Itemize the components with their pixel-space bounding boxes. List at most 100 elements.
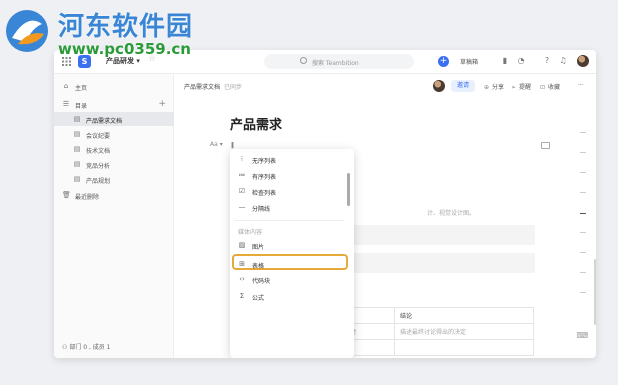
keyboard-icon[interactable]: ⌨ — [576, 331, 588, 340]
sidebar-item-label: 技术文档 — [86, 148, 111, 155]
menu-item-bullet-list[interactable]: ⁝ 无序列表 — [234, 151, 344, 167]
code-icon: ‹› — [239, 275, 245, 283]
table-header: 结论 — [394, 307, 534, 324]
more-icon[interactable]: ··· — [578, 82, 584, 89]
menu-item-label: 代码块 — [252, 278, 271, 285]
create-button[interactable]: + — [438, 56, 449, 67]
menu-item-label: 表格 — [252, 263, 265, 270]
doc-icon: ▤ — [73, 115, 81, 123]
search-icon — [300, 57, 307, 64]
home-icon: ⌂ — [63, 82, 69, 90]
page-scrollbar[interactable] — [594, 259, 596, 325]
search-placeholder: 搜索 Teambition — [312, 60, 359, 67]
menu-scrollbar[interactable] — [347, 173, 350, 206]
menu-item-checklist[interactable]: ☑ 检查列表 — [234, 183, 344, 199]
sidebar-item-label: 最近删除 — [75, 194, 100, 201]
menu-item-label: 有序列表 — [252, 174, 277, 181]
menu-separator — [234, 220, 344, 221]
invite-button[interactable]: 邀请 — [451, 80, 475, 92]
menu-item-image[interactable]: ▨ 图片 — [234, 237, 344, 253]
text-style-button[interactable]: Aa ▾ — [210, 141, 223, 148]
sidebar-item-label: 竞品分析 — [86, 163, 111, 170]
sidebar-item-label: 产品需求文档 — [86, 118, 123, 125]
reminder-button[interactable]: ➢ 提醒 — [511, 82, 531, 91]
sidebar-item-prd[interactable]: ▤ 产品需求文档 — [54, 112, 174, 126]
breadcrumb: 产品需求文档 已同步 — [184, 82, 242, 91]
bullet-list-icon: ⁝ — [240, 155, 244, 163]
image-icon: ▨ — [238, 241, 246, 249]
list-icon: ☰ — [62, 100, 70, 108]
text-cursor: ‖ — [231, 142, 234, 149]
sidebar-item-catalog[interactable]: ☰ 目录 + — [54, 97, 174, 111]
members-text: 部门 0 , 成员 1 — [69, 344, 111, 351]
comment-icon[interactable] — [541, 142, 550, 149]
favorite-icon: ⊡ — [540, 84, 546, 91]
sidebar-item-label: 会议纪要 — [86, 133, 111, 140]
site-logo-icon — [6, 10, 48, 52]
user-avatar[interactable] — [577, 55, 589, 67]
share-label: 分享 — [492, 84, 505, 91]
menu-item-formula[interactable]: Σ 公式 — [234, 288, 344, 304]
doc-icon: ▤ — [73, 130, 81, 138]
doc-icon: ▤ — [73, 175, 81, 183]
watermark-title: 河东软件园 — [58, 12, 194, 42]
menu-item-code-block[interactable]: ‹› 代码块 — [234, 271, 344, 287]
sidebar-item-label: 目录 — [75, 103, 88, 110]
add-icon[interactable]: + — [158, 99, 166, 109]
outline-marker[interactable] — [580, 292, 586, 293]
outline-marker-active[interactable] — [580, 213, 586, 214]
reminder-label: 提醒 — [519, 84, 532, 91]
menu-item-divider[interactable]: — 分隔线 — [234, 199, 344, 215]
people-icon: ⚇ — [62, 344, 68, 351]
help-icon[interactable]: ? — [542, 56, 552, 66]
bookmark-icon[interactable]: ▮ — [500, 56, 510, 66]
sidebar-item-meeting[interactable]: ▤ 会议纪要 — [54, 127, 174, 141]
outline-marker[interactable] — [580, 172, 586, 173]
sidebar-item-trash[interactable]: 🗑 最近删除 — [54, 188, 174, 202]
page-title[interactable]: 产品需求 — [230, 114, 282, 133]
table-icon: ⊞ — [239, 260, 245, 268]
menu-item-label: 分隔线 — [252, 206, 271, 213]
table-cell[interactable]: 描述最终讨论得出的决定 — [394, 323, 534, 340]
share-icon: ⊕ — [484, 84, 490, 91]
outline-marker[interactable] — [580, 192, 586, 193]
table-cell[interactable] — [394, 339, 534, 356]
menu-item-numbered-list[interactable]: ≔ 有序列表 — [234, 167, 344, 183]
clock-icon[interactable]: ◔ — [516, 56, 526, 66]
bell-icon[interactable]: ♫ — [558, 56, 568, 66]
watermark: 河东软件园 www.pc0359.cn — [0, 0, 210, 62]
sidebar-item-home[interactable]: ⌂ 主页 — [54, 79, 174, 93]
collaborator-avatar[interactable] — [433, 80, 445, 92]
menu-section-label: 媒体内容 — [238, 229, 263, 236]
outline-marker[interactable] — [580, 232, 586, 233]
outline-marker[interactable] — [580, 252, 586, 253]
sidebar: ⌂ 主页 ☰ 目录 + ▤ 产品需求文档 ▤ 会议纪要 ▤ 技术文档 ▤ 竞品分… — [54, 74, 174, 358]
body-text: 计、视觉设计图。 — [427, 210, 476, 217]
share-button[interactable]: ⊕ 分享 — [484, 82, 504, 91]
content-block — [352, 225, 535, 245]
outline-marker[interactable] — [580, 152, 586, 153]
sidebar-item-roadmap[interactable]: ▤ 产品规划 — [54, 172, 174, 186]
favorite-button[interactable]: ⊡ 收藏 — [540, 82, 560, 91]
outline-marker[interactable] — [580, 272, 586, 273]
watermark-url: www.pc0359.cn — [58, 40, 191, 58]
search-input[interactable]: 搜索 Teambition — [264, 54, 414, 69]
doc-icon: ▤ — [73, 160, 81, 168]
favorite-label: 收藏 — [548, 84, 561, 91]
members-footer[interactable]: ⚇ 部门 0 , 成员 1 — [62, 342, 110, 351]
send-icon: ➢ — [511, 84, 517, 91]
trash-icon: 🗑 — [62, 191, 71, 199]
outline-marker[interactable] — [580, 132, 586, 133]
sidebar-item-techdoc[interactable]: ▤ 技术文档 — [54, 142, 174, 156]
content-block — [352, 253, 535, 273]
sidebar-item-competitor[interactable]: ▤ 竞品分析 — [54, 157, 174, 171]
menu-item-label: 图片 — [252, 244, 265, 251]
menu-item-table[interactable]: ⊞ 表格 — [232, 254, 348, 270]
text-style-label: Aa — [210, 141, 218, 148]
menu-item-label: 公式 — [252, 295, 265, 302]
divider-icon: — — [238, 203, 246, 211]
numbered-list-icon: ≔ — [238, 171, 246, 179]
menu-item-label: 无序列表 — [252, 158, 277, 165]
breadcrumb-doc[interactable]: 产品需求文档 — [184, 84, 220, 91]
drafts-button[interactable]: 草稿箱 — [460, 57, 478, 66]
